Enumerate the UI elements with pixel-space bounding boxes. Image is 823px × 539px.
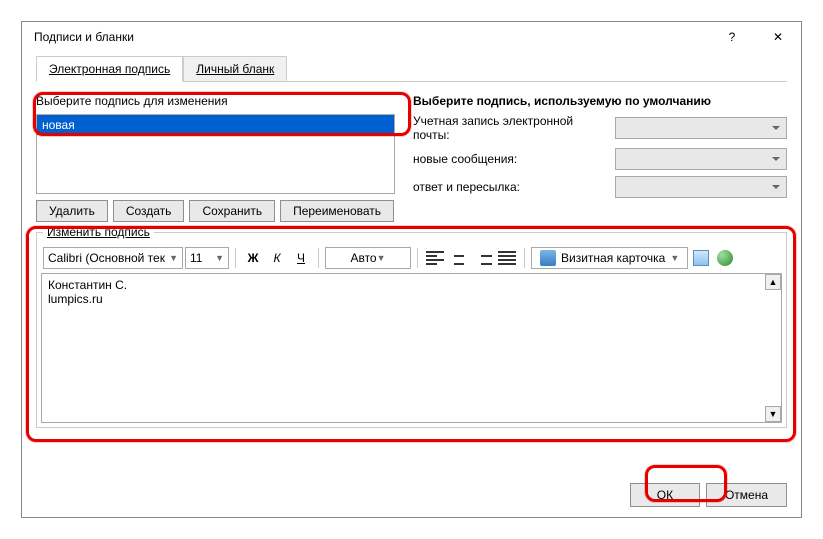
separator: [318, 248, 319, 268]
titlebar: Подписи и бланки ? ✕: [22, 22, 801, 52]
editor-line: lumpics.ru: [48, 292, 775, 306]
close-button[interactable]: ✕: [755, 22, 801, 52]
new-msgs-field-label: новые сообщения:: [413, 152, 603, 166]
save-button[interactable]: Сохранить: [189, 200, 275, 222]
editor-line: Константин С.: [48, 278, 775, 292]
globe-link-icon: [717, 250, 733, 266]
bold-button[interactable]: Ж: [242, 247, 264, 269]
separator: [235, 248, 236, 268]
chevron-down-icon: ▼: [169, 253, 178, 263]
font-size-select[interactable]: 11▼: [185, 247, 229, 269]
insert-link-button[interactable]: [714, 247, 736, 269]
signatures-dialog: Подписи и бланки ? ✕ Электронная подпись…: [21, 21, 802, 518]
tab-esignature[interactable]: Электронная подпись: [36, 56, 183, 82]
editor-toolbar: Calibri (Основной тек▼ 11▼ Ж К Ч Авто▼ В…: [41, 247, 782, 273]
tab-esignature-label: Электронная подпись: [49, 62, 170, 76]
ok-button[interactable]: ОК: [630, 483, 700, 507]
chevron-down-icon: ▼: [215, 253, 224, 263]
create-button[interactable]: Создать: [113, 200, 185, 222]
reply-field-label: ответ и пересылка:: [413, 180, 603, 194]
tab-bar: Электронная подпись Личный бланк: [36, 56, 787, 82]
picture-icon: [693, 250, 709, 266]
cancel-button[interactable]: Отмена: [706, 483, 787, 507]
separator: [417, 248, 418, 268]
signature-list[interactable]: новая: [36, 114, 395, 194]
default-signature-label: Выберите подпись, используемую по умолча…: [413, 94, 787, 108]
align-right-button[interactable]: [472, 247, 494, 269]
font-select[interactable]: Calibri (Основной тек▼: [43, 247, 183, 269]
select-signature-label: Выберите подпись для изменения: [36, 94, 395, 108]
tab-stationery[interactable]: Личный бланк: [183, 56, 287, 82]
business-card-button[interactable]: Визитная карточка ▼: [531, 247, 688, 269]
edit-signature-label: Изменить подпись: [43, 225, 154, 239]
underline-button[interactable]: Ч: [290, 247, 312, 269]
new-messages-combo[interactable]: [615, 148, 787, 170]
insert-image-button[interactable]: [690, 247, 712, 269]
person-card-icon: [540, 250, 556, 266]
scroll-down-button[interactable]: ▼: [765, 406, 781, 422]
color-select[interactable]: Авто▼: [325, 247, 411, 269]
account-field-label: Учетная запись электронной почты:: [413, 114, 603, 142]
rename-button[interactable]: Переименовать: [280, 200, 394, 222]
align-left-button[interactable]: [424, 247, 446, 269]
chevron-down-icon: ▼: [377, 253, 386, 263]
align-center-button[interactable]: [448, 247, 470, 269]
edit-signature-group: Изменить подпись Calibri (Основной тек▼ …: [36, 232, 787, 428]
window-title: Подписи и бланки: [30, 30, 134, 44]
align-justify-button[interactable]: [496, 247, 518, 269]
delete-button[interactable]: Удалить: [36, 200, 108, 222]
signature-editor[interactable]: Константин С. lumpics.ru ▲ ▼: [41, 273, 782, 423]
list-item[interactable]: новая: [37, 115, 394, 135]
help-button[interactable]: ?: [709, 22, 755, 52]
tab-stationery-label: Личный бланк: [196, 62, 274, 76]
separator: [524, 248, 525, 268]
scroll-up-button[interactable]: ▲: [765, 274, 781, 290]
chevron-down-icon: ▼: [670, 253, 679, 263]
account-combo[interactable]: [615, 117, 787, 139]
italic-button[interactable]: К: [266, 247, 288, 269]
replies-combo[interactable]: [615, 176, 787, 198]
